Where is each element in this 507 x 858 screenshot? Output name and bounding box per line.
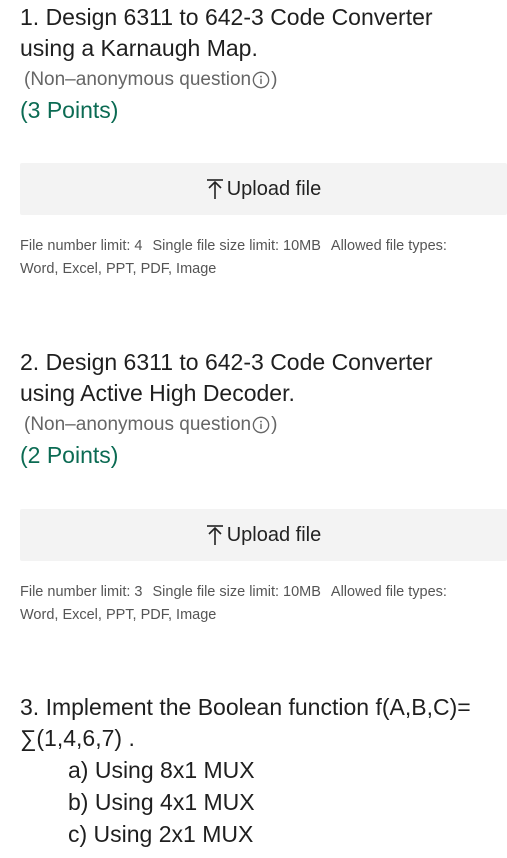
question-3: 3. Implement the Boolean function f(A,B,… (20, 692, 507, 850)
info-icon[interactable] (252, 71, 270, 89)
question-1-upload-button[interactable]: Upload file (20, 163, 507, 215)
question-2-anonymity-close: ) (271, 414, 278, 435)
question-3-sub-item-c: c) Using 2x1 MUX (68, 821, 254, 847)
question-2-allowed-types-label: Allowed file types: (330, 584, 447, 600)
question-2: 2. Design 6311 to 642-3 Code Converter u… (20, 347, 507, 471)
question-3-sub-items: a) Using 8x1 MUX b) Using 4x1 MUX c) Usi… (68, 754, 507, 850)
question-1-upload-inner: Upload file (206, 177, 322, 201)
question-2-title-line1: 2. Design 6311 to 642-3 Code Converter (20, 349, 433, 375)
question-2-allowed-types: Word, Excel, PPT, PDF, Image (20, 607, 217, 623)
question-1-title-line2: using a Karnaugh Map. (20, 35, 258, 61)
question-1-points: (3 Points) (20, 97, 119, 123)
question-1-allowed-types: Word, Excel, PPT, PDF, Image (20, 261, 217, 277)
question-1-file-size-limit: Single file size limit: 10MB (152, 238, 321, 254)
question-2-file-number-limit: File number limit: 3 (20, 584, 143, 600)
question-2-points: (2 Points) (20, 442, 119, 468)
question-1-file-limits: File number limit: 4 Single file size lim… (20, 235, 500, 281)
question-3-sub-item-a: a) Using 8x1 MUX (68, 757, 255, 783)
question-2-limits-line1: File number limit: 3 Single file size lim… (20, 581, 500, 604)
question-1-anonymity-close: ) (271, 69, 278, 90)
question-3-title-line1: 3. Implement the Boolean function f(A,B,… (20, 694, 471, 720)
question-1-anonymity-note: (Non–anonymous question ) (24, 66, 507, 94)
question-2-file-limits: File number limit: 3 Single file size lim… (20, 581, 500, 627)
question-2-file-size-limit: Single file size limit: 10MB (152, 584, 321, 600)
question-3-title-line2: ∑(1,4,6,7) . (20, 725, 135, 751)
question-1-title-line1: 1. Design 6311 to 642-3 Code Converter (20, 4, 433, 30)
question-2-upload-button[interactable]: Upload file (20, 509, 507, 561)
question-2-title-line2: using Active High Decoder. (20, 380, 295, 406)
question-2-anonymity-note: (Non–anonymous question ) (24, 411, 507, 439)
question-1-anonymity-text: (Non–anonymous question (24, 69, 252, 90)
question-1-upload-label: Upload file (226, 177, 322, 200)
question-2-upload-label: Upload file (226, 523, 322, 546)
question-1-file-number-limit: File number limit: 4 (20, 238, 143, 254)
question-1-limits-line1: File number limit: 4 Single file size lim… (20, 235, 500, 258)
question-2-upload-inner: Upload file (206, 523, 322, 547)
question-1: 1. Design 6311 to 642-3 Code Converter u… (20, 2, 507, 126)
question-2-anonymity-text: (Non–anonymous question (24, 414, 252, 435)
question-1-allowed-types-label: Allowed file types: (330, 238, 447, 254)
upload-icon (206, 525, 223, 545)
upload-icon (206, 179, 223, 199)
info-icon[interactable] (252, 416, 270, 434)
question-3-sub-item-b: b) Using 4x1 MUX (68, 789, 255, 815)
